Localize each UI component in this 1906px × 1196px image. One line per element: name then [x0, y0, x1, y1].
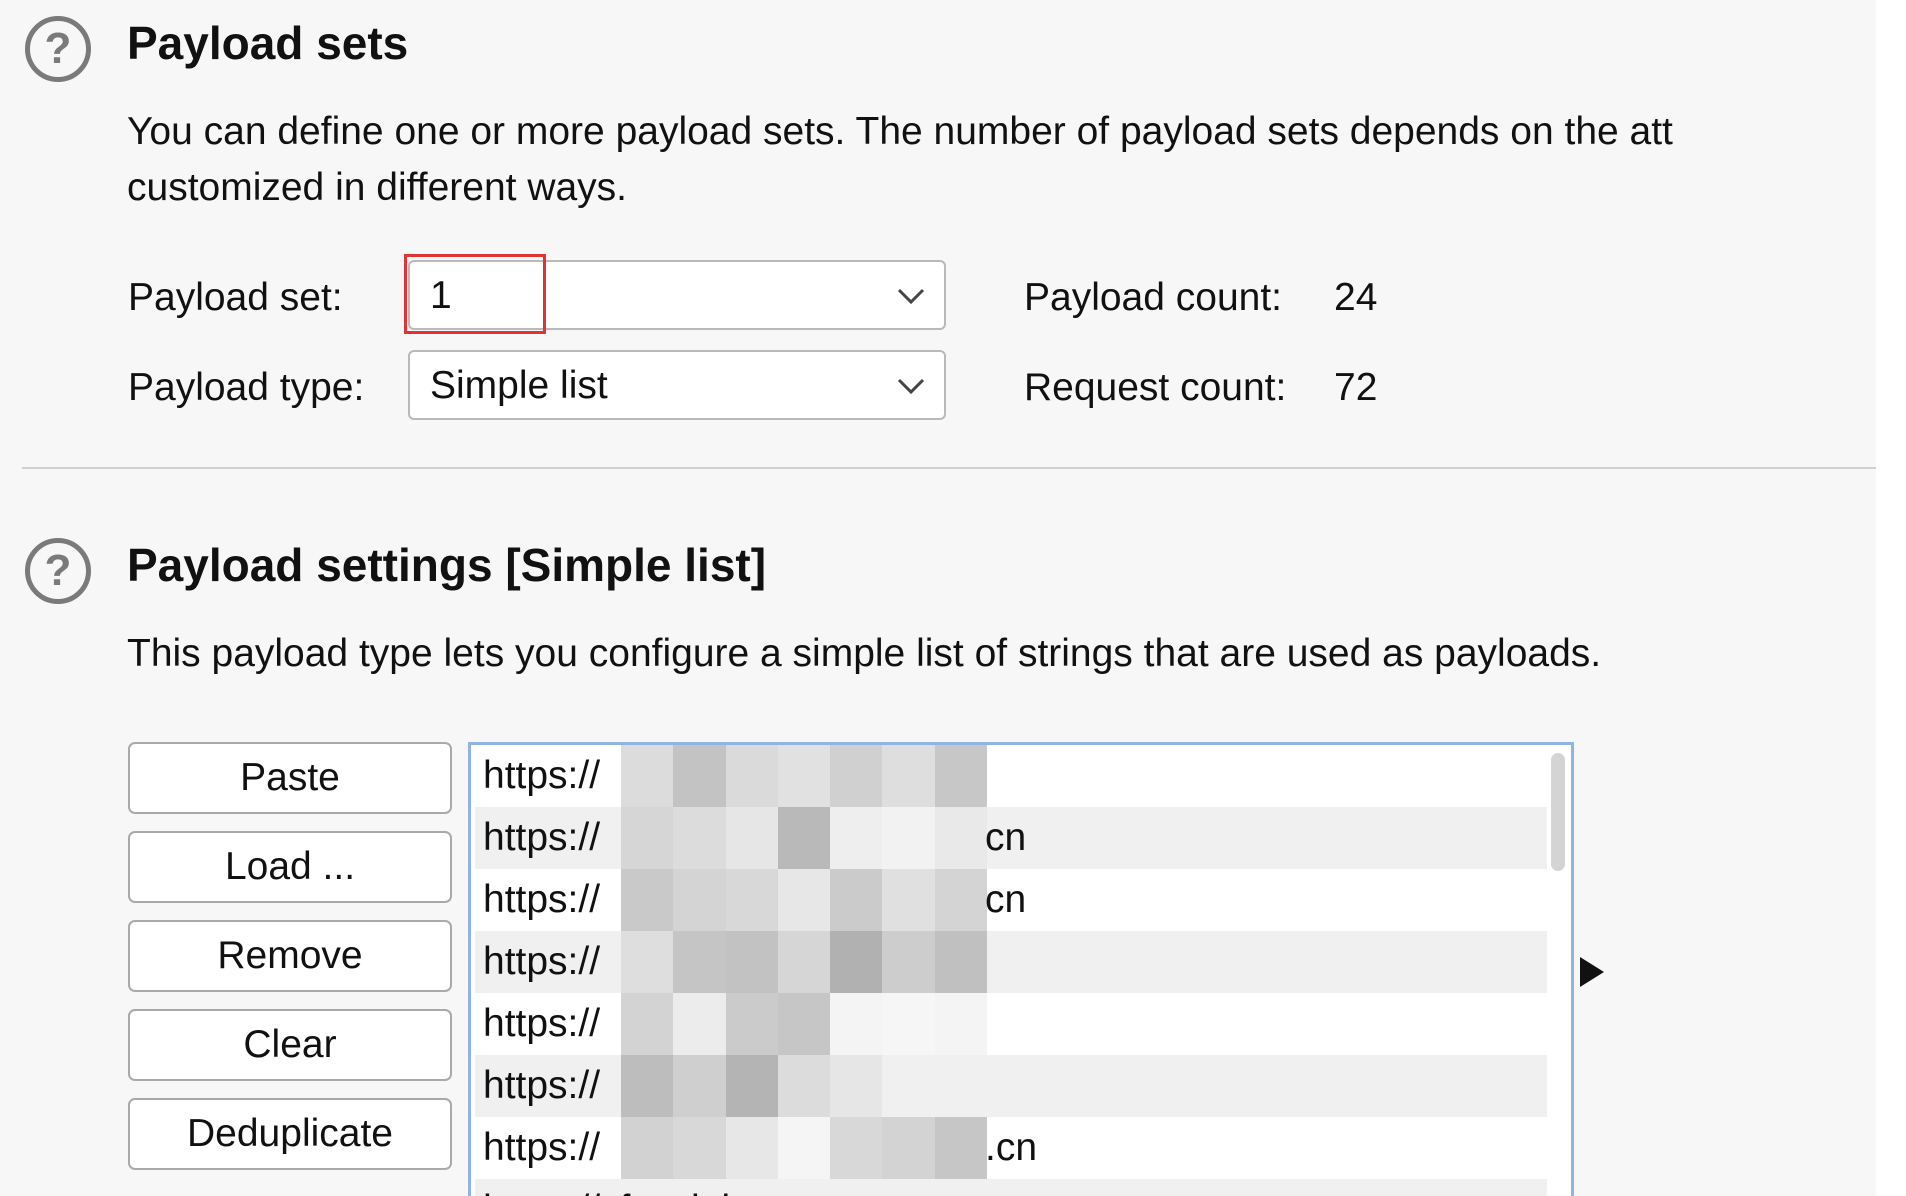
payload-sets-description-line1: You can define one or more payload sets.…	[127, 110, 1673, 153]
remove-button[interactable]: Remove	[128, 920, 452, 992]
list-item[interactable]: https://	[475, 993, 1547, 1055]
deduplicate-button[interactable]: Deduplicate	[128, 1098, 452, 1170]
list-item[interactable]: https://	[475, 931, 1547, 993]
list-item-suffix: .cn	[985, 1126, 1038, 1169]
list-item-suffix: cn	[985, 878, 1027, 921]
request-count-label: Request count:	[1024, 366, 1287, 409]
list-item-prefix: https://zfzwdt.henan.gov.cn	[483, 1179, 953, 1196]
chevron-down-icon	[897, 288, 925, 305]
list-item-prefix: https://	[483, 816, 601, 859]
triangle-right-icon[interactable]	[1578, 955, 1606, 989]
help-icon[interactable]: ?	[25, 538, 91, 604]
intruder-payloads-panel: ? Payload sets You can define one or mor…	[0, 0, 1876, 1196]
list-item-prefix: https://	[483, 1064, 601, 1107]
list-item[interactable]: https://	[475, 1055, 1547, 1117]
list-item-suffix: cn	[985, 816, 1027, 859]
list-item[interactable]: https://	[475, 745, 1547, 807]
list-item[interactable]: https:// .cn	[475, 1117, 1547, 1179]
payload-type-dropdown[interactable]: Simple list	[408, 350, 946, 420]
payload-set-value: 1	[430, 274, 452, 317]
payload-type-value: Simple list	[430, 364, 608, 407]
payload-settings-description: This payload type lets you configure a s…	[127, 632, 1602, 675]
list-item[interactable]: https:// cn	[475, 869, 1547, 931]
payload-set-dropdown[interactable]: 1	[408, 260, 946, 330]
section-divider	[22, 467, 1876, 469]
chevron-down-icon	[897, 378, 925, 395]
redacted-block	[621, 869, 987, 931]
list-scrollbar[interactable]	[1551, 753, 1565, 871]
redacted-block	[621, 1117, 987, 1179]
payload-count-value: 24	[1334, 276, 1378, 319]
help-icon[interactable]: ?	[25, 16, 91, 82]
clear-button[interactable]: Clear	[128, 1009, 452, 1081]
list-item-prefix: https://	[483, 1126, 601, 1169]
list-item-prefix: https://	[483, 1002, 601, 1045]
payload-count-label: Payload count:	[1024, 276, 1283, 319]
list-item[interactable]: https://zfzwdt.henan.gov.cn	[475, 1179, 1547, 1196]
list-item[interactable]: https:// cn	[475, 807, 1547, 869]
redacted-block	[621, 931, 987, 993]
redacted-block	[621, 745, 987, 807]
redacted-block	[621, 993, 987, 1055]
redacted-block	[621, 807, 987, 869]
list-item-prefix: https://	[483, 878, 601, 921]
paste-button[interactable]: Paste	[128, 742, 452, 814]
section-title-payload-sets: Payload sets	[127, 17, 409, 69]
payload-list[interactable]: https:// https:// cn https:// cn https:/…	[468, 742, 1574, 1196]
list-item-prefix: https://	[483, 940, 601, 983]
redacted-block	[621, 1055, 987, 1117]
section-title-payload-settings: Payload settings [Simple list]	[127, 539, 767, 591]
payload-set-label: Payload set:	[128, 276, 343, 319]
load-button[interactable]: Load ...	[128, 831, 452, 903]
payload-sets-description-line2: customized in different ways.	[127, 166, 628, 209]
list-item-prefix: https://	[483, 754, 601, 797]
request-count-value: 72	[1334, 366, 1378, 409]
payload-type-label: Payload type:	[128, 366, 365, 409]
